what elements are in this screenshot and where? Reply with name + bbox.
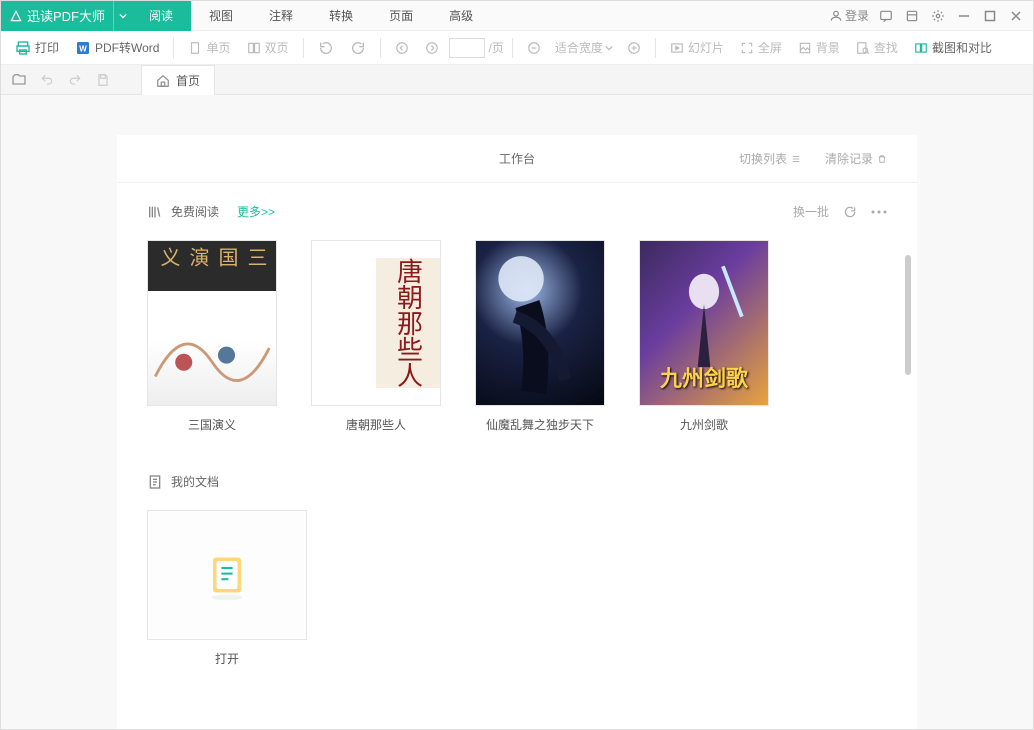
zoom-out-button[interactable] xyxy=(521,37,547,59)
slideshow-button[interactable]: 幻灯片 xyxy=(664,35,730,60)
book-item[interactable]: 仙魔乱舞之独步天下 xyxy=(475,240,605,433)
single-page-button[interactable]: 单页 xyxy=(182,35,236,60)
settings-icon[interactable] xyxy=(929,7,947,25)
books-icon xyxy=(147,204,163,220)
titlebar: 迅读PDF大师 阅读 视图 注释 转换 页面 高级 登录 xyxy=(1,1,1033,31)
book-cover: 唐朝那些人 xyxy=(311,240,441,406)
my-docs-header: 我的文档 xyxy=(117,453,917,500)
snapshot-icon xyxy=(914,41,928,55)
rotate-right-button[interactable] xyxy=(344,36,372,60)
book-cover: 九州剑歌 xyxy=(639,240,769,406)
clear-history-button[interactable]: 清除记录 xyxy=(825,150,887,167)
menu-tab-view[interactable]: 视图 xyxy=(191,1,251,31)
book-cover: 三国演义 xyxy=(147,240,277,406)
document-icon xyxy=(147,474,163,490)
open-document-card[interactable] xyxy=(147,510,307,640)
workbench-panel: 工作台 切换列表 清除记录 免费阅读 更多>> 换一批 xyxy=(117,135,917,729)
background-icon xyxy=(798,41,812,55)
scrollbar[interactable] xyxy=(905,255,911,375)
book-title: 唐朝那些人 xyxy=(311,416,441,433)
open-file-icon[interactable] xyxy=(9,70,29,90)
book-title: 仙魔乱舞之独步天下 xyxy=(475,416,605,433)
app-logo: 迅读PDF大师 xyxy=(1,1,113,31)
save-icon[interactable] xyxy=(93,70,113,90)
ribbon: 打印 W PDF转Word 单页 双页 /页 适合宽度 幻灯片 全屏 背景 查找 xyxy=(1,31,1033,65)
pdf-to-word-button[interactable]: W PDF转Word xyxy=(69,35,165,60)
close-icon[interactable] xyxy=(1007,7,1025,25)
panel-header-actions: 切换列表 清除记录 xyxy=(739,150,887,167)
content-area: 工作台 切换列表 清除记录 免费阅读 更多>> 换一批 xyxy=(1,95,1033,729)
menu-tab-read[interactable]: 阅读 xyxy=(131,1,191,31)
free-read-header: 免费阅读 更多>> 换一批 xyxy=(117,183,917,230)
list-icon xyxy=(791,154,801,164)
more-link[interactable]: 更多>> xyxy=(237,203,275,220)
book-item[interactable]: 三国演义 三国演义 xyxy=(147,240,277,433)
open-illustration-icon xyxy=(192,540,262,610)
separator xyxy=(173,38,174,58)
maximize-icon[interactable] xyxy=(981,7,999,25)
svg-text:W: W xyxy=(79,44,87,53)
menu-tab-page[interactable]: 页面 xyxy=(371,1,431,31)
rotate-left-button[interactable] xyxy=(312,36,340,60)
separator xyxy=(655,38,656,58)
separator xyxy=(303,38,304,58)
titlebar-right: 登录 xyxy=(829,7,1033,25)
free-read-label: 免费阅读 xyxy=(171,203,219,220)
book-title: 三国演义 xyxy=(147,416,277,433)
login-button[interactable]: 登录 xyxy=(829,7,869,25)
prev-page-button[interactable] xyxy=(389,37,415,59)
menu-tab-annotate[interactable]: 注释 xyxy=(251,1,311,31)
snapshot-button[interactable]: 截图和对比 xyxy=(908,35,998,60)
minimize-icon[interactable] xyxy=(955,7,973,25)
panel-header: 工作台 切换列表 清除记录 xyxy=(117,135,917,183)
tab-home[interactable]: 首页 xyxy=(141,65,215,95)
book-list: 三国演义 三国演义 唐朝那些人 唐朝那些人 仙魔乱舞之独步天下 xyxy=(117,230,917,453)
background-button[interactable]: 背景 xyxy=(792,35,846,60)
chat-icon[interactable] xyxy=(877,7,895,25)
app-name: 迅读PDF大师 xyxy=(27,6,105,25)
menu-tab-convert[interactable]: 转换 xyxy=(311,1,371,31)
chevron-down-icon xyxy=(605,44,613,52)
filebar: 首页 xyxy=(1,65,1033,95)
trash-icon xyxy=(877,154,887,164)
find-icon xyxy=(856,41,870,55)
more-icon[interactable] xyxy=(871,210,887,214)
page-sep-label: /页 xyxy=(489,39,504,56)
slideshow-icon xyxy=(670,41,684,55)
zoom-fit-select[interactable]: 适合宽度 xyxy=(551,37,617,58)
my-docs-label: 我的文档 xyxy=(171,473,219,490)
menu-tabs: 阅读 视图 注释 转换 页面 高级 xyxy=(131,1,491,31)
fullscreen-button[interactable]: 全屏 xyxy=(734,35,788,60)
single-page-icon xyxy=(188,41,202,55)
redo-icon[interactable] xyxy=(65,70,85,90)
page-number-input[interactable] xyxy=(449,38,485,58)
book-item[interactable]: 九州剑歌 九州剑歌 xyxy=(639,240,769,433)
separator xyxy=(512,38,513,58)
refresh-icon[interactable] xyxy=(843,205,857,219)
panel-title: 工作台 xyxy=(499,150,535,167)
zoom-in-button[interactable] xyxy=(621,37,647,59)
next-page-button[interactable] xyxy=(419,37,445,59)
theme-icon[interactable] xyxy=(903,7,921,25)
book-item[interactable]: 唐朝那些人 唐朝那些人 xyxy=(311,240,441,433)
open-label: 打开 xyxy=(147,650,307,667)
separator xyxy=(380,38,381,58)
home-icon xyxy=(156,74,170,88)
find-button[interactable]: 查找 xyxy=(850,35,904,60)
book-cover xyxy=(475,240,605,406)
double-page-icon xyxy=(247,41,261,55)
undo-icon[interactable] xyxy=(37,70,57,90)
switch-list-button[interactable]: 切换列表 xyxy=(739,150,801,167)
menu-tab-advanced[interactable]: 高级 xyxy=(431,1,491,31)
refresh-batch-button[interactable]: 换一批 xyxy=(793,203,829,220)
print-button[interactable]: 打印 xyxy=(9,35,65,60)
double-page-button[interactable]: 双页 xyxy=(241,35,295,60)
fullscreen-icon xyxy=(740,41,754,55)
word-icon: W xyxy=(75,40,91,56)
book-title: 九州剑歌 xyxy=(639,416,769,433)
app-menu-dropdown[interactable] xyxy=(113,1,131,31)
print-icon xyxy=(15,40,31,56)
